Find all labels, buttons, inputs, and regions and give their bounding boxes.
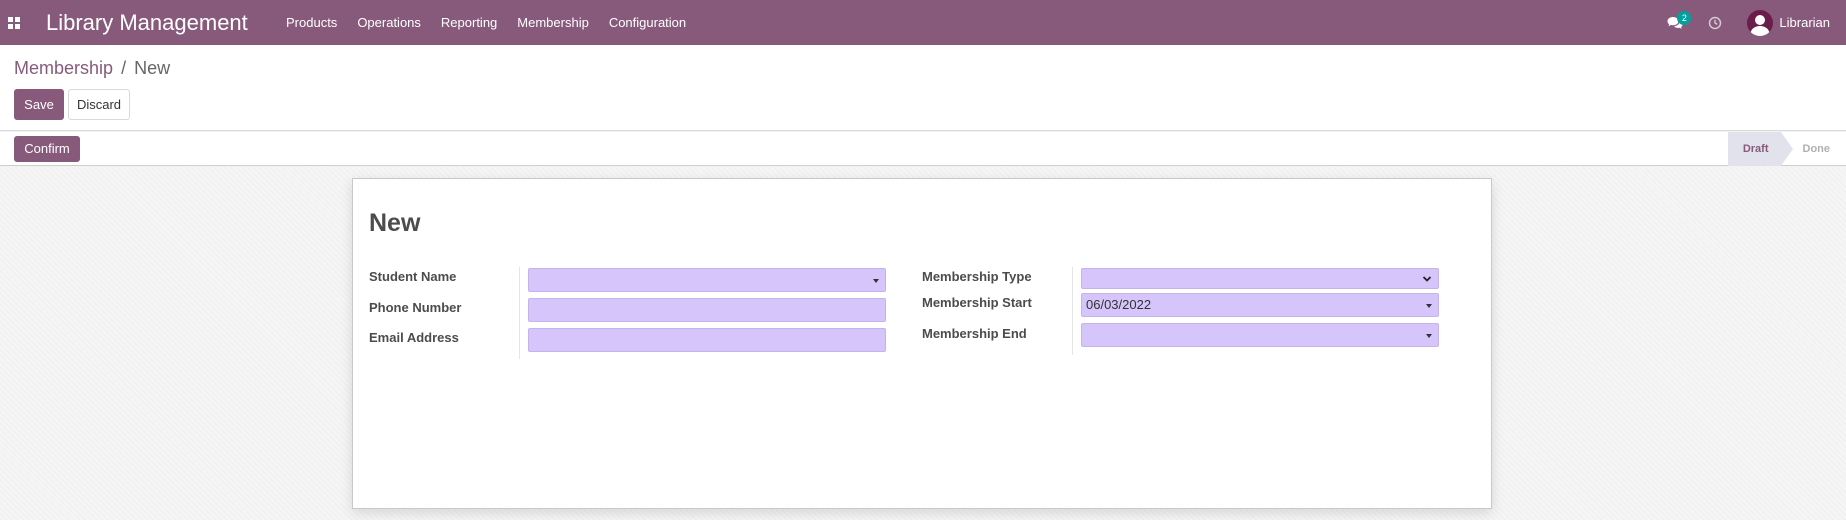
menu-item-membership[interactable]: Membership bbox=[507, 0, 599, 45]
save-button[interactable]: Save bbox=[14, 89, 64, 120]
dropdown-caret-icon bbox=[1426, 304, 1432, 308]
control-panel: Membership / New Save Discard bbox=[0, 45, 1846, 131]
stage-draft[interactable]: Draft bbox=[1727, 132, 1793, 166]
grid-icon bbox=[8, 16, 20, 29]
menu-item-configuration[interactable]: Configuration bbox=[599, 0, 696, 45]
breadcrumb-membership-link[interactable]: Membership bbox=[14, 58, 113, 78]
avatar bbox=[1747, 9, 1774, 36]
dropdown-caret-icon bbox=[873, 279, 879, 283]
membership-end-field[interactable] bbox=[1081, 323, 1439, 347]
activity-button[interactable] bbox=[1695, 0, 1735, 45]
messaging-button[interactable]: 2 bbox=[1655, 0, 1695, 45]
right-group-separator bbox=[1072, 267, 1073, 355]
membership-end-label: Membership End bbox=[922, 326, 1027, 341]
main-menu: Products Operations Reporting Membership… bbox=[276, 0, 696, 45]
chevron-down-icon bbox=[1422, 276, 1432, 282]
phone-number-field[interactable] bbox=[528, 298, 886, 322]
breadcrumb: Membership / New bbox=[14, 58, 170, 79]
unread-count-badge: 2 bbox=[1677, 11, 1692, 25]
status-stages: Draft Done bbox=[1727, 132, 1846, 166]
dropdown-caret-icon bbox=[1426, 334, 1432, 338]
email-address-field[interactable] bbox=[528, 328, 886, 352]
top-navbar: Library Management Products Operations R… bbox=[0, 0, 1846, 45]
left-group-separator bbox=[519, 267, 520, 359]
membership-type-select[interactable] bbox=[1081, 268, 1439, 289]
clock-icon bbox=[1709, 16, 1722, 29]
breadcrumb-separator: / bbox=[121, 58, 127, 78]
confirm-button[interactable]: Confirm bbox=[14, 136, 80, 162]
form-sheet: New Student Name Phone Number Email Addr… bbox=[352, 178, 1492, 509]
menu-item-operations[interactable]: Operations bbox=[347, 0, 431, 45]
membership-start-label: Membership Start bbox=[922, 295, 1032, 310]
navbar-systray: 2 Librarian bbox=[1655, 0, 1846, 45]
user-menu[interactable]: Librarian bbox=[1735, 0, 1846, 45]
breadcrumb-current: New bbox=[134, 58, 171, 78]
menu-item-products[interactable]: Products bbox=[276, 0, 347, 45]
membership-start-field[interactable]: 06/03/2022 bbox=[1081, 293, 1439, 317]
email-address-label: Email Address bbox=[369, 330, 459, 345]
user-name: Librarian bbox=[1779, 15, 1830, 30]
form-statusbar: Confirm Draft Done bbox=[0, 132, 1846, 166]
phone-number-label: Phone Number bbox=[369, 300, 462, 315]
membership-start-value: 06/03/2022 bbox=[1086, 297, 1152, 312]
app-title[interactable]: Library Management bbox=[46, 10, 276, 36]
stage-done[interactable]: Done bbox=[1781, 132, 1846, 166]
discard-button[interactable]: Discard bbox=[68, 89, 130, 120]
user-silhouette-icon bbox=[1750, 14, 1771, 36]
student-name-field[interactable] bbox=[528, 268, 886, 292]
student-name-label: Student Name bbox=[369, 269, 457, 284]
record-title: New bbox=[369, 209, 421, 237]
apps-menu-button[interactable] bbox=[0, 0, 28, 45]
menu-item-reporting[interactable]: Reporting bbox=[431, 0, 507, 45]
membership-type-label: Membership Type bbox=[922, 269, 1032, 284]
